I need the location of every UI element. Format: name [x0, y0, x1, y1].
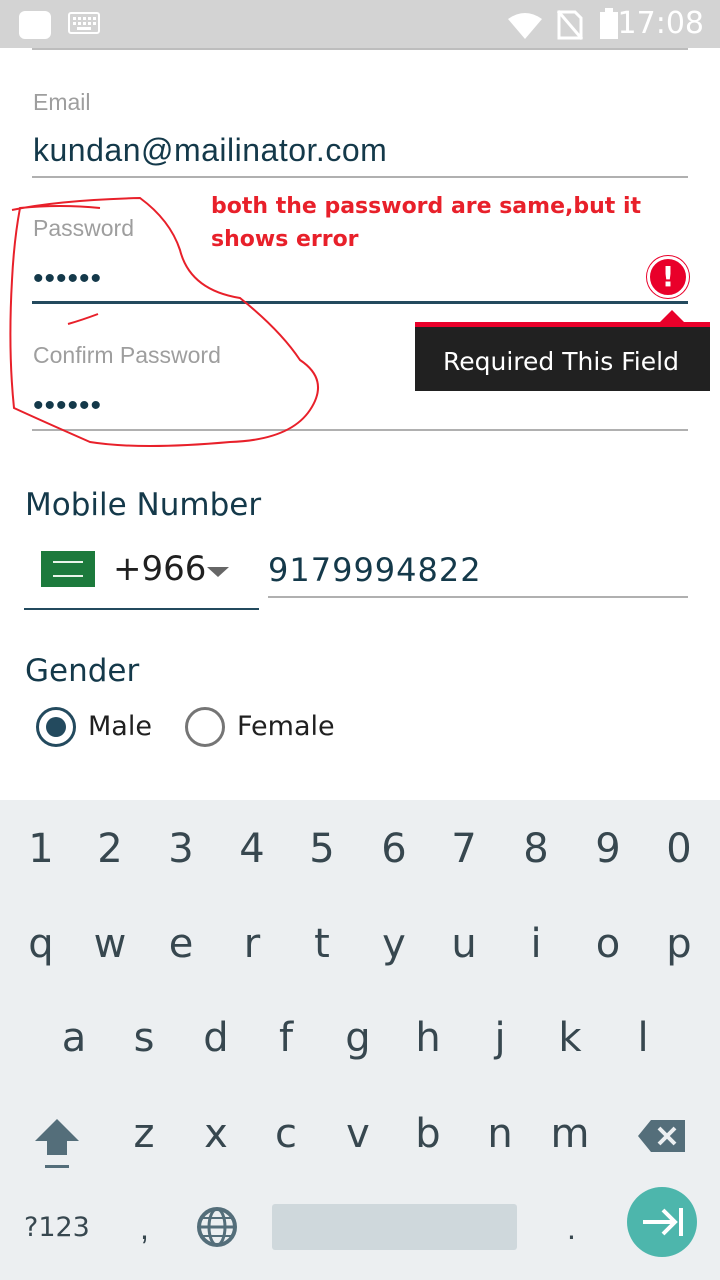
- image-icon: [19, 11, 51, 39]
- chevron-down-icon[interactable]: [207, 567, 229, 577]
- key-u[interactable]: u: [434, 924, 494, 964]
- key-2[interactable]: 2: [80, 829, 140, 869]
- key-m[interactable]: m: [540, 1114, 600, 1154]
- phone-number-field[interactable]: 9179994822: [268, 551, 482, 589]
- key-f[interactable]: f: [256, 1018, 316, 1058]
- key-j[interactable]: j: [470, 1018, 530, 1058]
- enter-key[interactable]: [627, 1187, 697, 1257]
- key-v[interactable]: v: [328, 1114, 388, 1154]
- key-w[interactable]: w: [80, 924, 140, 964]
- key-e[interactable]: e: [151, 924, 211, 964]
- gender-title: Gender: [25, 653, 140, 689]
- key-c[interactable]: c: [256, 1114, 316, 1154]
- key-5[interactable]: 5: [292, 829, 352, 869]
- key-q[interactable]: q: [11, 924, 71, 964]
- key-9[interactable]: 9: [578, 829, 638, 869]
- key-a[interactable]: a: [44, 1018, 104, 1058]
- backspace-icon[interactable]: [637, 1118, 687, 1154]
- female-label[interactable]: Female: [237, 711, 335, 742]
- key-x[interactable]: x: [186, 1114, 246, 1154]
- email-underline: [32, 176, 688, 178]
- status-bar: 17:08: [0, 0, 720, 48]
- country-code-underline: [24, 608, 259, 610]
- mobile-number-title: Mobile Number: [25, 487, 262, 523]
- key-6[interactable]: 6: [364, 829, 424, 869]
- wifi-icon: [508, 13, 542, 39]
- key-p[interactable]: p: [649, 924, 709, 964]
- key-3[interactable]: 3: [151, 829, 211, 869]
- clock: 17:08: [617, 6, 704, 41]
- key-y[interactable]: y: [364, 924, 424, 964]
- key-s[interactable]: s: [114, 1018, 174, 1058]
- key-8[interactable]: 8: [506, 829, 566, 869]
- key-g[interactable]: g: [328, 1018, 388, 1058]
- key-7[interactable]: 7: [434, 829, 494, 869]
- annotation-scribble: [9, 196, 319, 447]
- key-k[interactable]: k: [540, 1018, 600, 1058]
- key-n[interactable]: n: [470, 1114, 530, 1154]
- space-key[interactable]: [272, 1204, 517, 1250]
- key-0[interactable]: 0: [649, 829, 709, 869]
- key-b[interactable]: b: [398, 1114, 458, 1154]
- divider: [32, 48, 688, 50]
- keyboard-icon: [68, 12, 100, 34]
- tooltip-arrow: [660, 310, 684, 322]
- error-icon[interactable]: !: [647, 256, 689, 298]
- shift-icon[interactable]: [33, 1115, 81, 1171]
- error-tooltip-text: Required This Field: [443, 347, 679, 376]
- key-1[interactable]: 1: [11, 829, 71, 869]
- phone-underline: [268, 596, 688, 598]
- female-radio[interactable]: [185, 707, 225, 747]
- no-sim-icon: [557, 10, 583, 40]
- key-i[interactable]: i: [506, 924, 566, 964]
- email-field[interactable]: kundan@mailinator.com: [33, 132, 387, 169]
- comma-key[interactable]: ,: [140, 1210, 149, 1247]
- key-d[interactable]: d: [186, 1018, 246, 1058]
- key-l[interactable]: l: [613, 1018, 673, 1058]
- key-r[interactable]: r: [222, 924, 282, 964]
- period-key[interactable]: .: [567, 1210, 576, 1247]
- male-label[interactable]: Male: [88, 711, 152, 742]
- globe-icon[interactable]: [196, 1206, 238, 1248]
- symbols-key[interactable]: ?123: [24, 1212, 90, 1243]
- error-tooltip: Required This Field: [415, 322, 710, 391]
- key-t[interactable]: t: [292, 924, 352, 964]
- next-arrow-icon: [643, 1208, 683, 1236]
- key-h[interactable]: h: [398, 1018, 458, 1058]
- key-z[interactable]: z: [114, 1114, 174, 1154]
- key-4[interactable]: 4: [222, 829, 282, 869]
- battery-icon: [600, 8, 618, 39]
- saudi-flag-icon: [41, 551, 95, 587]
- male-radio[interactable]: [36, 707, 76, 747]
- key-o[interactable]: o: [578, 924, 638, 964]
- email-label: Email: [33, 89, 91, 115]
- country-code-select[interactable]: +966: [113, 549, 206, 589]
